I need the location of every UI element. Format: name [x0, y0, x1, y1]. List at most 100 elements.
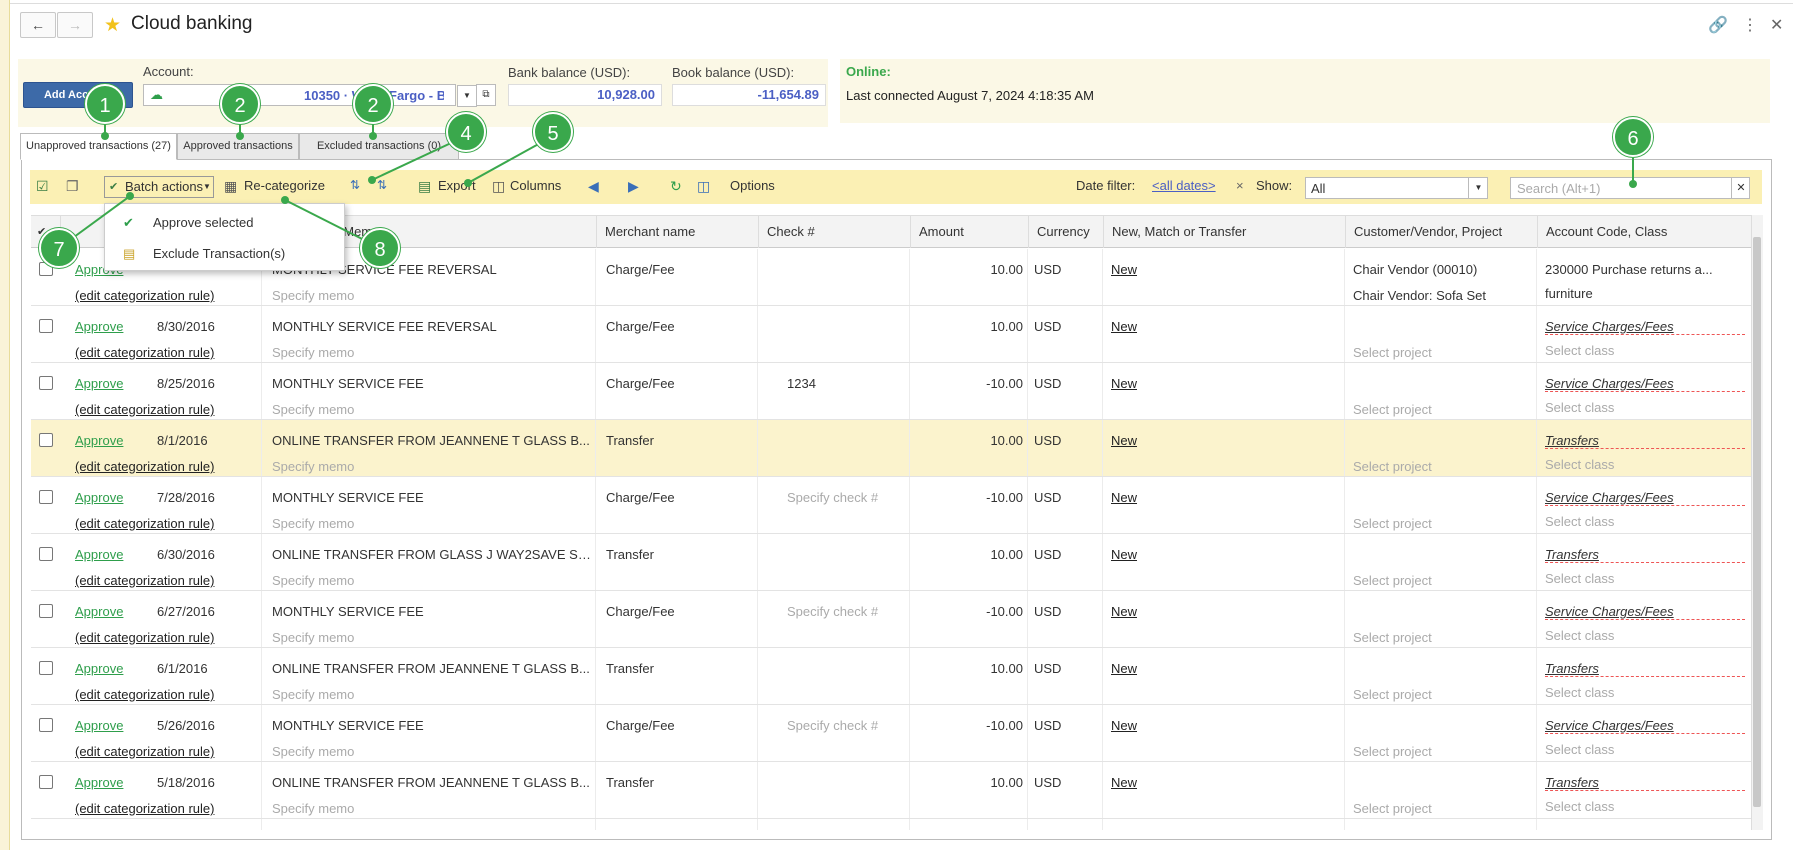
approve-link[interactable]: Approve: [75, 718, 135, 733]
tab-unapproved[interactable]: Unapproved transactions (27): [20, 133, 177, 160]
row-project[interactable]: Select project: [1353, 687, 1533, 702]
row-memo-input[interactable]: Specify memo: [272, 345, 592, 360]
arrow-right-icon[interactable]: ▶: [628, 178, 639, 195]
table-row[interactable]: Approve(edit categorization rule)4/27/20…: [31, 819, 1751, 830]
header-check[interactable]: Check #: [759, 216, 911, 248]
row-project[interactable]: Select project: [1353, 573, 1533, 588]
edit-categorization-rule-link[interactable]: (edit categorization rule): [75, 345, 260, 360]
edit-categorization-rule-link[interactable]: (edit categorization rule): [75, 687, 260, 702]
row-memo-input[interactable]: Specify memo: [272, 573, 592, 588]
edit-categorization-rule-link[interactable]: (edit categorization rule): [75, 516, 260, 531]
row-checkbox[interactable]: [39, 490, 53, 504]
table-row[interactable]: Approve (edit categorization rule) 6/30/20…: [31, 534, 1751, 591]
row-class[interactable]: furniture: [1545, 286, 1745, 301]
edit-categorization-rule-link[interactable]: (edit categorization rule): [75, 801, 260, 816]
row-memo-input[interactable]: Specify memo: [272, 459, 592, 474]
row-memo-input[interactable]: Specify memo: [272, 516, 592, 531]
row-project[interactable]: Select project: [1353, 630, 1533, 645]
header-new-match-transfer[interactable]: New, Match or Transfer: [1104, 216, 1346, 248]
header-account-code[interactable]: Account Code, Class: [1538, 216, 1751, 248]
batch-actions-button[interactable]: ✔ Batch actions ▼: [104, 176, 214, 198]
more-menu-icon[interactable]: ⋮: [1742, 15, 1758, 35]
row-customer-vendor[interactable]: Chair Vendor (00010): [1353, 262, 1533, 277]
row-account-code[interactable]: Transfers: [1545, 775, 1745, 791]
row-project[interactable]: Select project: [1353, 402, 1533, 417]
row-checkbox[interactable]: [39, 319, 53, 333]
copy-icon[interactable]: ❐: [66, 178, 79, 195]
table-row[interactable]: Approve (edit categorization rule) 8/25/20…: [31, 363, 1751, 420]
row-checkbox[interactable]: [39, 775, 53, 789]
clear-date-filter-icon[interactable]: ×: [1236, 178, 1244, 193]
row-class[interactable]: Select class: [1545, 400, 1745, 415]
edit-categorization-rule-link[interactable]: (edit categorization rule): [75, 744, 260, 759]
row-memo-input[interactable]: Specify memo: [272, 288, 592, 303]
options-button[interactable]: Options: [730, 178, 775, 193]
row-class[interactable]: Select class: [1545, 685, 1745, 700]
row-project[interactable]: Select project: [1353, 459, 1533, 474]
table-row[interactable]: Approve (edit categorization rule) 8/30/20…: [31, 306, 1751, 363]
edit-categorization-rule-link[interactable]: (edit categorization rule): [75, 573, 260, 588]
header-currency[interactable]: Currency: [1029, 216, 1104, 248]
row-account-code[interactable]: Service Charges/Fees: [1545, 490, 1745, 506]
row-account-code[interactable]: Service Charges/Fees: [1545, 376, 1745, 392]
row-memo-input[interactable]: Specify memo: [272, 402, 592, 417]
row-class[interactable]: Select class: [1545, 742, 1745, 757]
clear-search-icon[interactable]: ✕: [1731, 178, 1750, 198]
approve-link[interactable]: Approve: [75, 547, 135, 562]
row-class[interactable]: Select class: [1545, 628, 1745, 643]
table-row[interactable]: Approve (edit categorization rule) 8/1/201…: [31, 420, 1751, 477]
row-new-link[interactable]: New: [1111, 547, 1191, 562]
sort-ascending-icon[interactable]: ⇅: [350, 178, 360, 192]
link-icon[interactable]: 🔗: [1708, 15, 1728, 35]
back-button[interactable]: ←: [20, 12, 56, 38]
show-select[interactable]: All ▼: [1305, 177, 1488, 199]
row-class[interactable]: Select class: [1545, 571, 1745, 586]
row-check-number[interactable]: Specify check #: [787, 490, 927, 505]
table-row[interactable]: Approve (edit categorization rule) 5/26/20…: [31, 705, 1751, 762]
row-checkbox[interactable]: [39, 661, 53, 675]
header-merchant[interactable]: Merchant name: [597, 216, 759, 248]
row-check-number[interactable]: Specify check #: [787, 718, 927, 733]
header-customer-vendor[interactable]: Customer/Vendor, Project: [1346, 216, 1538, 248]
columns-button[interactable]: Columns: [510, 178, 561, 193]
recategorize-button[interactable]: Re-categorize: [244, 178, 325, 193]
approve-link[interactable]: Approve: [75, 490, 135, 505]
close-icon[interactable]: ✕: [1770, 15, 1783, 35]
row-checkbox[interactable]: [39, 604, 53, 618]
approve-link[interactable]: Approve: [75, 604, 135, 619]
tab-excluded[interactable]: Excluded transactions (0): [299, 133, 459, 160]
row-new-link[interactable]: New: [1111, 319, 1191, 334]
row-new-link[interactable]: New: [1111, 661, 1191, 676]
account-select[interactable]: ☁ 10350 · Wells Fargo - Bank xx7219 ▼: [143, 84, 477, 107]
row-account-code[interactable]: Service Charges/Fees: [1545, 604, 1745, 620]
row-check-number[interactable]: 1234: [787, 376, 927, 391]
sort-descending-icon[interactable]: ⇅: [377, 178, 387, 192]
row-project[interactable]: Select project: [1353, 516, 1533, 531]
select-all-icon[interactable]: ☑: [36, 178, 49, 195]
bank-file-icon[interactable]: ◫: [697, 178, 710, 195]
edit-categorization-rule-link[interactable]: (edit categorization rule): [75, 402, 260, 417]
row-new-link[interactable]: New: [1111, 433, 1191, 448]
menu-item-exclude[interactable]: ▤ Exclude Transaction(s): [105, 239, 344, 269]
approve-link[interactable]: Approve: [75, 661, 135, 676]
row-check-number[interactable]: Specify check #: [787, 604, 927, 619]
open-account-icon[interactable]: ⧉: [476, 84, 496, 106]
row-checkbox[interactable]: [39, 376, 53, 390]
row-class[interactable]: Select class: [1545, 343, 1745, 358]
header-amount[interactable]: Amount: [911, 216, 1029, 248]
edit-categorization-rule-link[interactable]: (edit categorization rule): [75, 630, 260, 645]
row-project[interactable]: Select project: [1353, 801, 1533, 816]
approve-link[interactable]: Approve: [75, 433, 135, 448]
row-account-code[interactable]: Transfers: [1545, 547, 1745, 563]
row-checkbox[interactable]: [39, 547, 53, 561]
row-checkbox[interactable]: [39, 433, 53, 447]
refresh-icon[interactable]: ↻: [670, 178, 682, 195]
row-account-code[interactable]: 230000 Purchase returns a...: [1545, 262, 1745, 277]
arrow-left-icon[interactable]: ◀: [588, 178, 599, 195]
row-memo-input[interactable]: Specify memo: [272, 744, 592, 759]
row-account-code[interactable]: Transfers: [1545, 661, 1745, 677]
approve-link[interactable]: Approve: [75, 376, 135, 391]
row-class[interactable]: Select class: [1545, 457, 1745, 472]
table-row[interactable]: Approve (edit categorization rule) 7/28/20…: [31, 477, 1751, 534]
favorite-star-icon[interactable]: ★: [104, 14, 121, 37]
